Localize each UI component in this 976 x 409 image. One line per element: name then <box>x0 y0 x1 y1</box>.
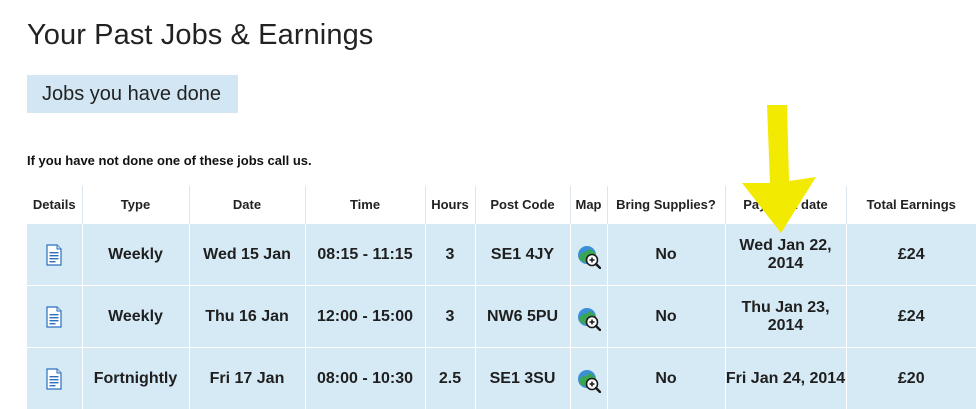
type-cell: Weekly <box>81 285 189 348</box>
header-payment-date[interactable]: Payment date <box>724 186 846 224</box>
payment-date-cell: Wed Jan 22, 2014 <box>724 223 846 286</box>
map-zoom-icon[interactable] <box>577 245 601 269</box>
payment-date-cell: Fri Jan 24, 2014 <box>724 347 846 409</box>
hours-cell: 2.5 <box>424 347 475 409</box>
date-cell: Wed 15 Jan <box>188 223 305 286</box>
type-cell: Weekly <box>81 223 189 286</box>
tab-jobs-you-have-done[interactable]: Jobs you have done <box>27 75 238 113</box>
header-total-earnings[interactable]: Total Earnings <box>845 186 976 224</box>
supplies-cell: No <box>606 223 725 286</box>
map-cell <box>569 223 607 286</box>
header-details: Details <box>27 186 82 224</box>
map-cell <box>569 347 607 409</box>
supplies-cell: No <box>606 347 725 409</box>
map-zoom-icon[interactable] <box>577 369 601 393</box>
time-cell: 08:15 - 11:15 <box>304 223 425 286</box>
earnings-cell: £24 <box>845 285 976 348</box>
jobs-table: Details Type Date Time Hours Post Code M… <box>27 186 976 409</box>
hours-cell: 3 <box>424 285 475 348</box>
page: Your Past Jobs & Earnings Jobs you have … <box>0 0 976 409</box>
payment-date-cell: Thu Jan 23, 2014 <box>724 285 846 348</box>
details-cell <box>27 223 82 286</box>
page-title: Your Past Jobs & Earnings <box>27 19 374 51</box>
hours-cell: 3 <box>424 223 475 286</box>
earnings-cell: £24 <box>845 223 976 286</box>
header-bring-supplies[interactable]: Bring Supplies? <box>606 186 725 224</box>
postcode-cell: SE1 4JY <box>474 223 570 286</box>
date-cell: Fri 17 Jan <box>188 347 305 409</box>
call-us-notice: If you have not done one of these jobs c… <box>27 153 312 168</box>
table-header-row: Details Type Date Time Hours Post Code M… <box>27 186 976 224</box>
payment-date-line: Fri Jan 24, 2014 <box>725 369 846 387</box>
header-type[interactable]: Type <box>81 186 189 224</box>
table-row: Fortnightly Fri 17 Jan 08:00 - 10:30 2.5… <box>27 347 976 409</box>
map-cell <box>569 285 607 348</box>
earnings-cell: £20 <box>845 347 976 409</box>
header-post-code[interactable]: Post Code <box>474 186 570 224</box>
time-cell: 08:00 - 10:30 <box>304 347 425 409</box>
header-time[interactable]: Time <box>304 186 425 224</box>
document-icon[interactable] <box>44 367 64 390</box>
table-row: Weekly Thu 16 Jan 12:00 - 15:00 3 NW6 5P… <box>27 285 976 348</box>
map-zoom-icon[interactable] <box>577 307 601 331</box>
header-date[interactable]: Date <box>188 186 305 224</box>
document-icon[interactable] <box>44 305 64 328</box>
postcode-cell: NW6 5PU <box>474 285 570 348</box>
postcode-cell: SE1 3SU <box>474 347 570 409</box>
payment-date-line: 2014 <box>767 254 804 272</box>
table-row: Weekly Wed 15 Jan 08:15 - 11:15 3 SE1 4J… <box>27 223 976 286</box>
type-cell: Fortnightly <box>81 347 189 409</box>
details-cell <box>27 285 82 348</box>
time-cell: 12:00 - 15:00 <box>304 285 425 348</box>
supplies-cell: No <box>606 285 725 348</box>
details-cell <box>27 347 82 409</box>
header-hours[interactable]: Hours <box>424 186 475 224</box>
payment-date-line: Wed Jan 22, <box>739 236 832 254</box>
date-cell: Thu 16 Jan <box>188 285 305 348</box>
payment-date-line: Thu Jan 23, <box>741 298 830 316</box>
payment-date-line: 2014 <box>767 316 804 334</box>
document-icon[interactable] <box>44 243 64 266</box>
header-map: Map <box>569 186 607 224</box>
